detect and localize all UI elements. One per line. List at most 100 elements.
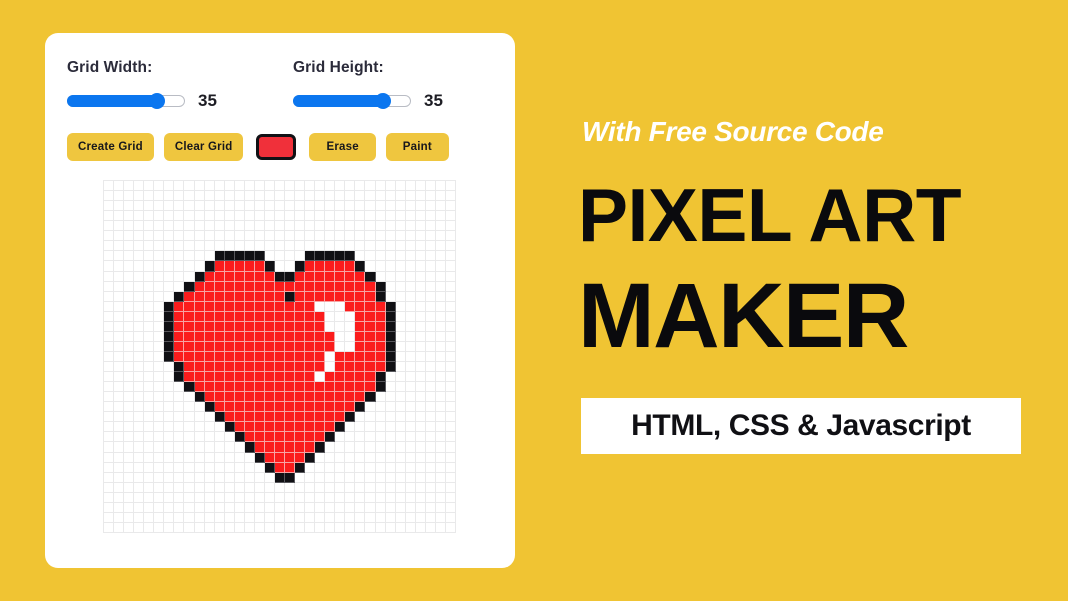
pixel-cell[interactable] bbox=[375, 422, 386, 433]
pixel-cell[interactable] bbox=[114, 512, 125, 523]
pixel-cell[interactable] bbox=[264, 492, 275, 503]
pixel-cell[interactable] bbox=[224, 201, 235, 212]
pixel-cell[interactable] bbox=[164, 211, 175, 222]
pixel-cell[interactable] bbox=[385, 271, 396, 282]
pixel-cell[interactable] bbox=[114, 341, 125, 352]
pixel-cell[interactable] bbox=[234, 482, 245, 493]
pixel-cell[interactable] bbox=[345, 462, 356, 473]
pixel-cell[interactable] bbox=[445, 251, 456, 262]
pixel-cell[interactable] bbox=[415, 392, 426, 403]
pixel-cell[interactable] bbox=[274, 442, 286, 453]
pixel-cell[interactable] bbox=[234, 281, 245, 292]
pixel-cell[interactable] bbox=[104, 221, 115, 232]
pixel-cell[interactable] bbox=[154, 392, 165, 403]
pixel-cell[interactable] bbox=[415, 191, 426, 202]
pixel-cell[interactable] bbox=[445, 492, 456, 503]
pixel-cell[interactable] bbox=[174, 341, 185, 352]
pixel-cell[interactable] bbox=[285, 472, 296, 483]
pixel-cell[interactable] bbox=[274, 502, 286, 513]
pixel-cell[interactable] bbox=[425, 321, 436, 332]
pixel-cell[interactable] bbox=[285, 372, 296, 383]
pixel-cell[interactable] bbox=[315, 492, 326, 503]
pixel-cell[interactable] bbox=[264, 201, 275, 212]
pixel-cell[interactable] bbox=[134, 351, 145, 363]
pixel-cell[interactable] bbox=[345, 351, 356, 363]
pixel-cell[interactable] bbox=[285, 462, 296, 473]
pixel-cell[interactable] bbox=[234, 432, 245, 443]
pixel-cell[interactable] bbox=[224, 422, 235, 433]
pixel-cell[interactable] bbox=[295, 191, 306, 202]
pixel-cell[interactable] bbox=[415, 372, 426, 383]
pixel-cell[interactable] bbox=[144, 452, 155, 463]
pixel-cell[interactable] bbox=[144, 201, 155, 212]
pixel-cell[interactable] bbox=[214, 492, 225, 503]
pixel-cell[interactable] bbox=[285, 452, 296, 463]
pixel-cell[interactable] bbox=[224, 271, 235, 282]
pixel-cell[interactable] bbox=[325, 372, 336, 383]
pixel-cell[interactable] bbox=[164, 251, 175, 262]
pixel-cell[interactable] bbox=[305, 362, 316, 373]
pixel-cell[interactable] bbox=[164, 422, 175, 433]
pixel-cell[interactable] bbox=[335, 392, 346, 403]
pixel-cell[interactable] bbox=[114, 412, 125, 423]
pixel-cell[interactable] bbox=[345, 301, 356, 312]
pixel-cell[interactable] bbox=[164, 191, 175, 202]
pixel-cell[interactable] bbox=[244, 261, 255, 272]
pixel-cell[interactable] bbox=[244, 422, 255, 433]
pixel-cell[interactable] bbox=[425, 512, 436, 523]
pixel-cell[interactable] bbox=[134, 291, 145, 302]
pixel-cell[interactable] bbox=[285, 522, 296, 533]
pixel-cell[interactable] bbox=[114, 372, 125, 383]
pixel-cell[interactable] bbox=[174, 402, 185, 413]
pixel-cell[interactable] bbox=[194, 392, 205, 403]
pixel-cell[interactable] bbox=[184, 492, 195, 503]
pixel-cell[interactable] bbox=[405, 201, 416, 212]
pixel-cell[interactable] bbox=[244, 512, 255, 523]
pixel-cell[interactable] bbox=[395, 341, 406, 352]
pixel-cell[interactable] bbox=[315, 452, 326, 463]
pixel-cell[interactable] bbox=[295, 231, 306, 242]
pixel-cell[interactable] bbox=[244, 362, 255, 373]
pixel-cell[interactable] bbox=[104, 301, 115, 312]
pixel-cell[interactable] bbox=[274, 331, 286, 342]
pixel-cell[interactable] bbox=[224, 442, 235, 453]
pixel-cell[interactable] bbox=[365, 512, 376, 523]
pixel-cell[interactable] bbox=[254, 422, 265, 433]
pixel-cell[interactable] bbox=[204, 482, 215, 493]
pixel-cell[interactable] bbox=[124, 512, 135, 523]
pixel-cell[interactable] bbox=[415, 221, 426, 232]
pixel-cell[interactable] bbox=[305, 351, 316, 363]
pixel-cell[interactable] bbox=[335, 301, 346, 312]
pixel-cell[interactable] bbox=[285, 321, 296, 332]
pixel-cell[interactable] bbox=[385, 331, 396, 342]
pixel-cell[interactable] bbox=[244, 191, 255, 202]
pixel-cell[interactable] bbox=[435, 351, 446, 363]
pixel-cell[interactable] bbox=[144, 281, 155, 292]
pixel-cell[interactable] bbox=[345, 522, 356, 533]
pixel-cell[interactable] bbox=[405, 181, 416, 192]
pixel-cell[interactable] bbox=[395, 462, 406, 473]
pixel-cell[interactable] bbox=[174, 201, 185, 212]
pixel-cell[interactable] bbox=[375, 462, 386, 473]
pixel-cell[interactable] bbox=[395, 281, 406, 292]
pixel-cell[interactable] bbox=[214, 301, 225, 312]
pixel-cell[interactable] bbox=[234, 271, 245, 282]
pixel-cell[interactable] bbox=[365, 422, 376, 433]
pixel-cell[interactable] bbox=[174, 191, 185, 202]
pixel-cell[interactable] bbox=[274, 512, 286, 523]
pixel-cell[interactable] bbox=[244, 472, 255, 483]
pixel-cell[interactable] bbox=[395, 442, 406, 453]
pixel-cell[interactable] bbox=[104, 412, 115, 423]
pixel-cell[interactable] bbox=[295, 221, 306, 232]
pixel-cell[interactable] bbox=[104, 422, 115, 433]
pixel-cell[interactable] bbox=[144, 301, 155, 312]
pixel-cell[interactable] bbox=[375, 211, 386, 222]
pixel-cell[interactable] bbox=[254, 372, 265, 383]
pixel-cell[interactable] bbox=[274, 241, 286, 252]
pixel-cell[interactable] bbox=[305, 482, 316, 493]
pixel-cell[interactable] bbox=[234, 321, 245, 332]
pixel-cell[interactable] bbox=[184, 522, 195, 533]
grid-width-slider[interactable] bbox=[67, 93, 185, 109]
pixel-cell[interactable] bbox=[234, 512, 245, 523]
pixel-cell[interactable] bbox=[305, 181, 316, 192]
